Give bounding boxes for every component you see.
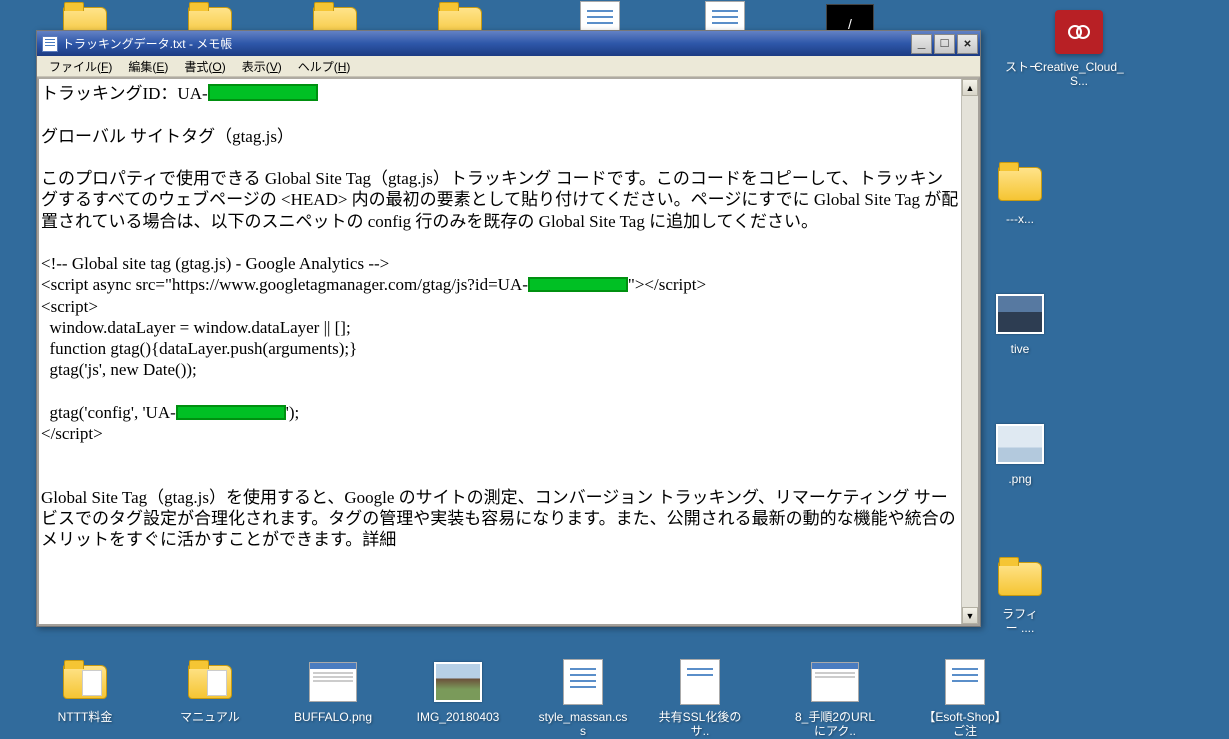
scroll-down-button[interactable]: ▼ [962,607,978,624]
minimize-button[interactable]: _ [911,34,932,54]
desktop-icon[interactable]: ---x... [975,160,1065,226]
desktop-icon[interactable]: NTTT料金 [40,658,130,724]
scrollbar[interactable]: ▲ ▼ [961,79,978,624]
scroll-up-button[interactable]: ▲ [962,79,978,96]
desktop-icon[interactable]: 8_手順2のURLにアク.. [790,658,880,739]
desktop-icon[interactable]: ラフィ ー .... [975,555,1065,636]
desktop-icon[interactable]: .png [975,420,1065,486]
titlebar[interactable]: トラッキングデータ.txt - メモ帳 _ □ ✕ [37,31,980,56]
desktop-icon[interactable]: BUFFALO.png [288,658,378,724]
desktop-icon[interactable]: マニュアル [165,658,255,724]
maximize-button[interactable]: □ [934,34,955,54]
scrollbar-track[interactable] [962,96,978,607]
desktop-icon[interactable]: 共有SSL化後のサ.. [655,658,745,739]
redacted-block [208,84,318,101]
menu-file[interactable]: ファイル(F) [41,56,120,77]
window-title: トラッキングデータ.txt - メモ帳 [62,35,911,52]
desktop-icon[interactable]: 【Esoft-Shop】ご注 [920,658,1010,739]
notepad-window: トラッキングデータ.txt - メモ帳 _ □ ✕ ファイル(F) 編集(E) … [36,30,981,627]
notepad-icon [42,36,58,52]
text-area[interactable]: トラッキングID：UA- グローバル サイトタグ（gtag.js） このプロパテ… [39,79,961,624]
desktop-icon-cc[interactable]: Creative_Cloud_S... [1034,8,1124,89]
desktop: ストー Creative_Cloud_S... ---x... tive .pn… [0,0,1229,729]
desktop-icon[interactable]: style_massan.css [538,658,628,739]
menu-edit[interactable]: 編集(E) [120,56,176,77]
desktop-icon[interactable]: tive [975,290,1065,356]
redacted-block [528,277,628,292]
close-button[interactable]: ✕ [957,34,978,54]
menu-view[interactable]: 表示(V) [234,56,290,77]
text-area-container: トラッキングID：UA- グローバル サイトタグ（gtag.js） このプロパテ… [37,77,980,626]
menu-format[interactable]: 書式(O) [176,56,233,77]
menu-bar: ファイル(F) 編集(E) 書式(O) 表示(V) ヘルプ(H) [37,56,980,77]
menu-help[interactable]: ヘルプ(H) [290,56,359,77]
redacted-block [176,405,286,420]
desktop-icon[interactable]: IMG_20180403 [413,658,503,724]
